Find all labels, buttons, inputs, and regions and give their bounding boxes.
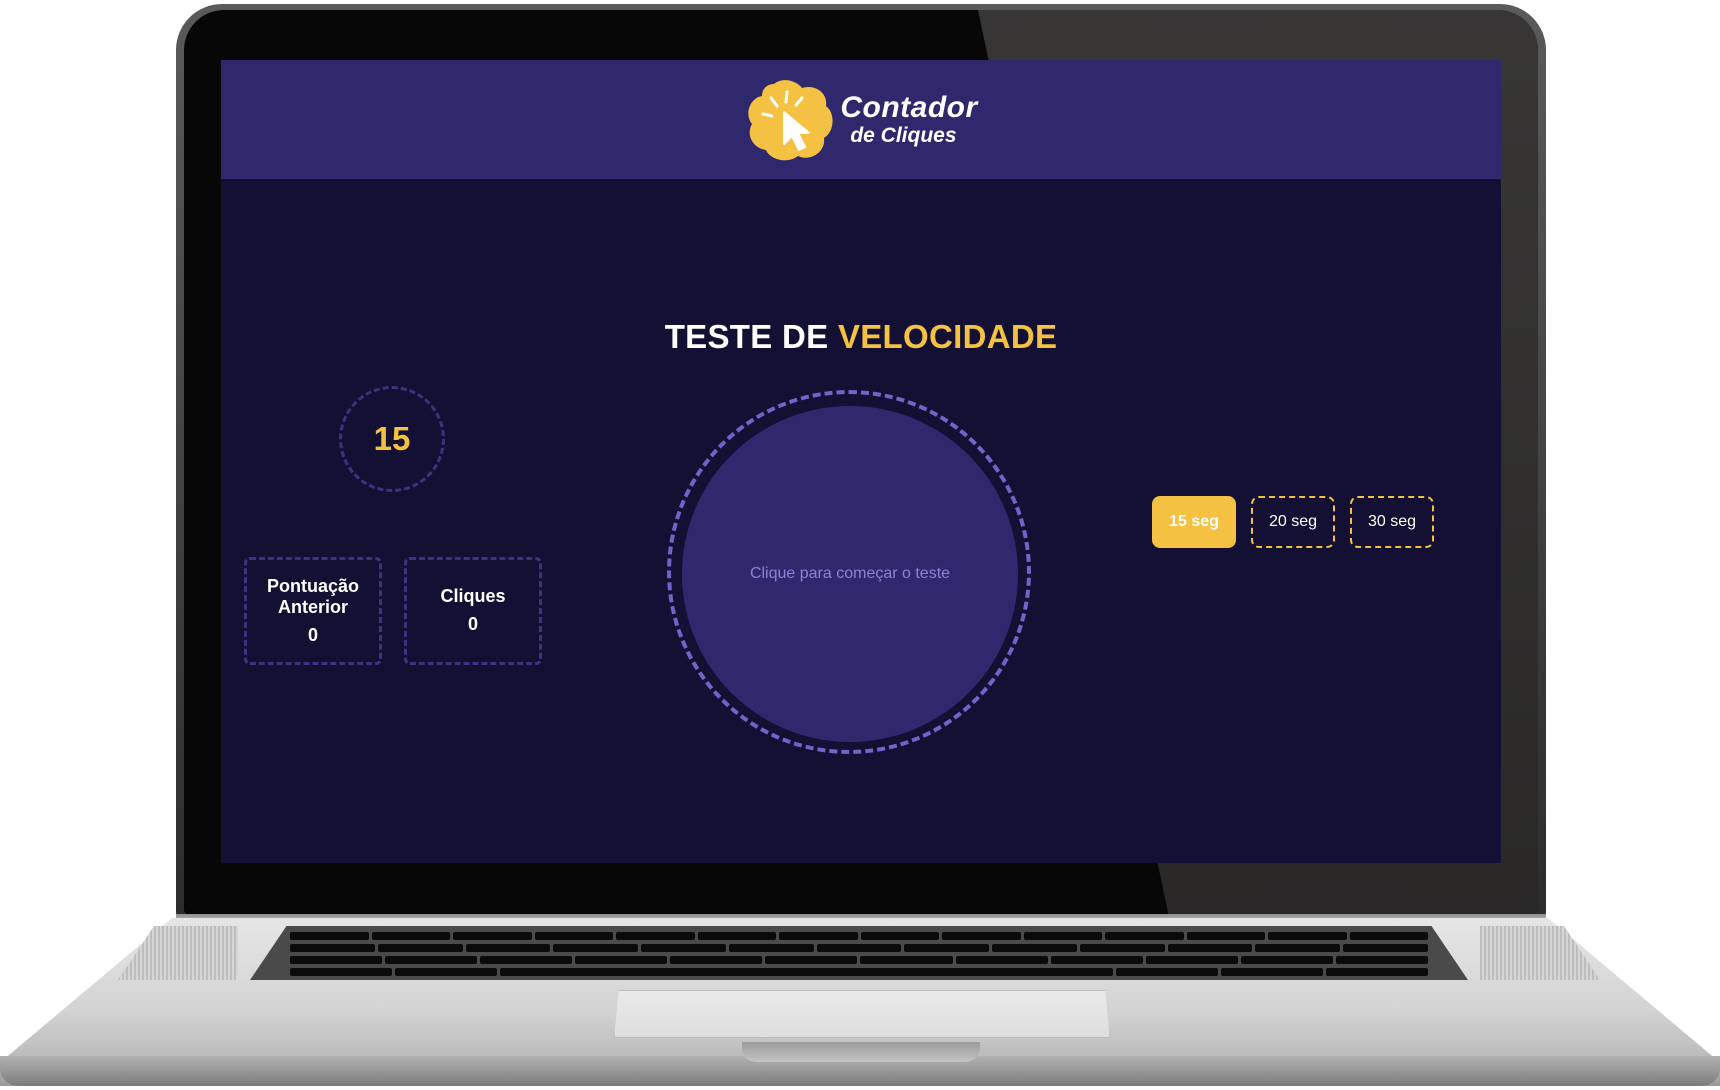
duration-15s-button[interactable]: 15 seg: [1152, 496, 1236, 548]
duration-selector: 15 seg 20 seg 30 seg: [1152, 496, 1434, 548]
logo-text: Contador de Cliques: [840, 91, 978, 147]
clicks-value: 0: [467, 614, 478, 634]
title-part-2: VELOCIDADE: [837, 318, 1058, 355]
duration-30s-button[interactable]: 30 seg: [1350, 496, 1434, 548]
clicks-card: Cliques 0: [404, 557, 542, 665]
keyboard-row: [250, 932, 1468, 940]
previous-score-value: 0: [307, 624, 318, 645]
duration-20s-button[interactable]: 20 seg: [1251, 496, 1335, 548]
previous-score-card: Pontuação Anterior 0: [244, 557, 382, 665]
cursor-click-star-icon: [748, 79, 833, 160]
app-header: Contador de Cliques: [221, 60, 1501, 179]
clicks-label: Cliques: [440, 586, 506, 607]
logo-line-1: Contador: [840, 91, 978, 124]
screen: Contador de Cliques TESTE DE VELOCIDADE …: [221, 60, 1501, 863]
keyboard-row: [250, 944, 1468, 952]
keyboard-row: [250, 968, 1468, 976]
title-part-1: TESTE DE: [664, 318, 838, 355]
speaker-grille-right: [1480, 926, 1600, 980]
trackpad: [614, 990, 1110, 1038]
click-area-prompt: Clique para começar o teste: [749, 565, 951, 582]
lid-opening-notch: [742, 1042, 980, 1062]
keyboard-row: [250, 956, 1468, 964]
logo-line-2: de Cliques: [850, 124, 957, 147]
page-title: TESTE DE VELOCIDADE: [221, 318, 1501, 356]
logo[interactable]: Contador de Cliques: [744, 78, 977, 162]
previous-score-label: Pontuação Anterior: [266, 575, 359, 618]
speaker-grille-left: [118, 926, 238, 980]
keyboard: [250, 926, 1468, 980]
countdown-timer: 15: [339, 386, 445, 492]
click-area-button[interactable]: Clique para começar o teste: [682, 406, 1018, 742]
